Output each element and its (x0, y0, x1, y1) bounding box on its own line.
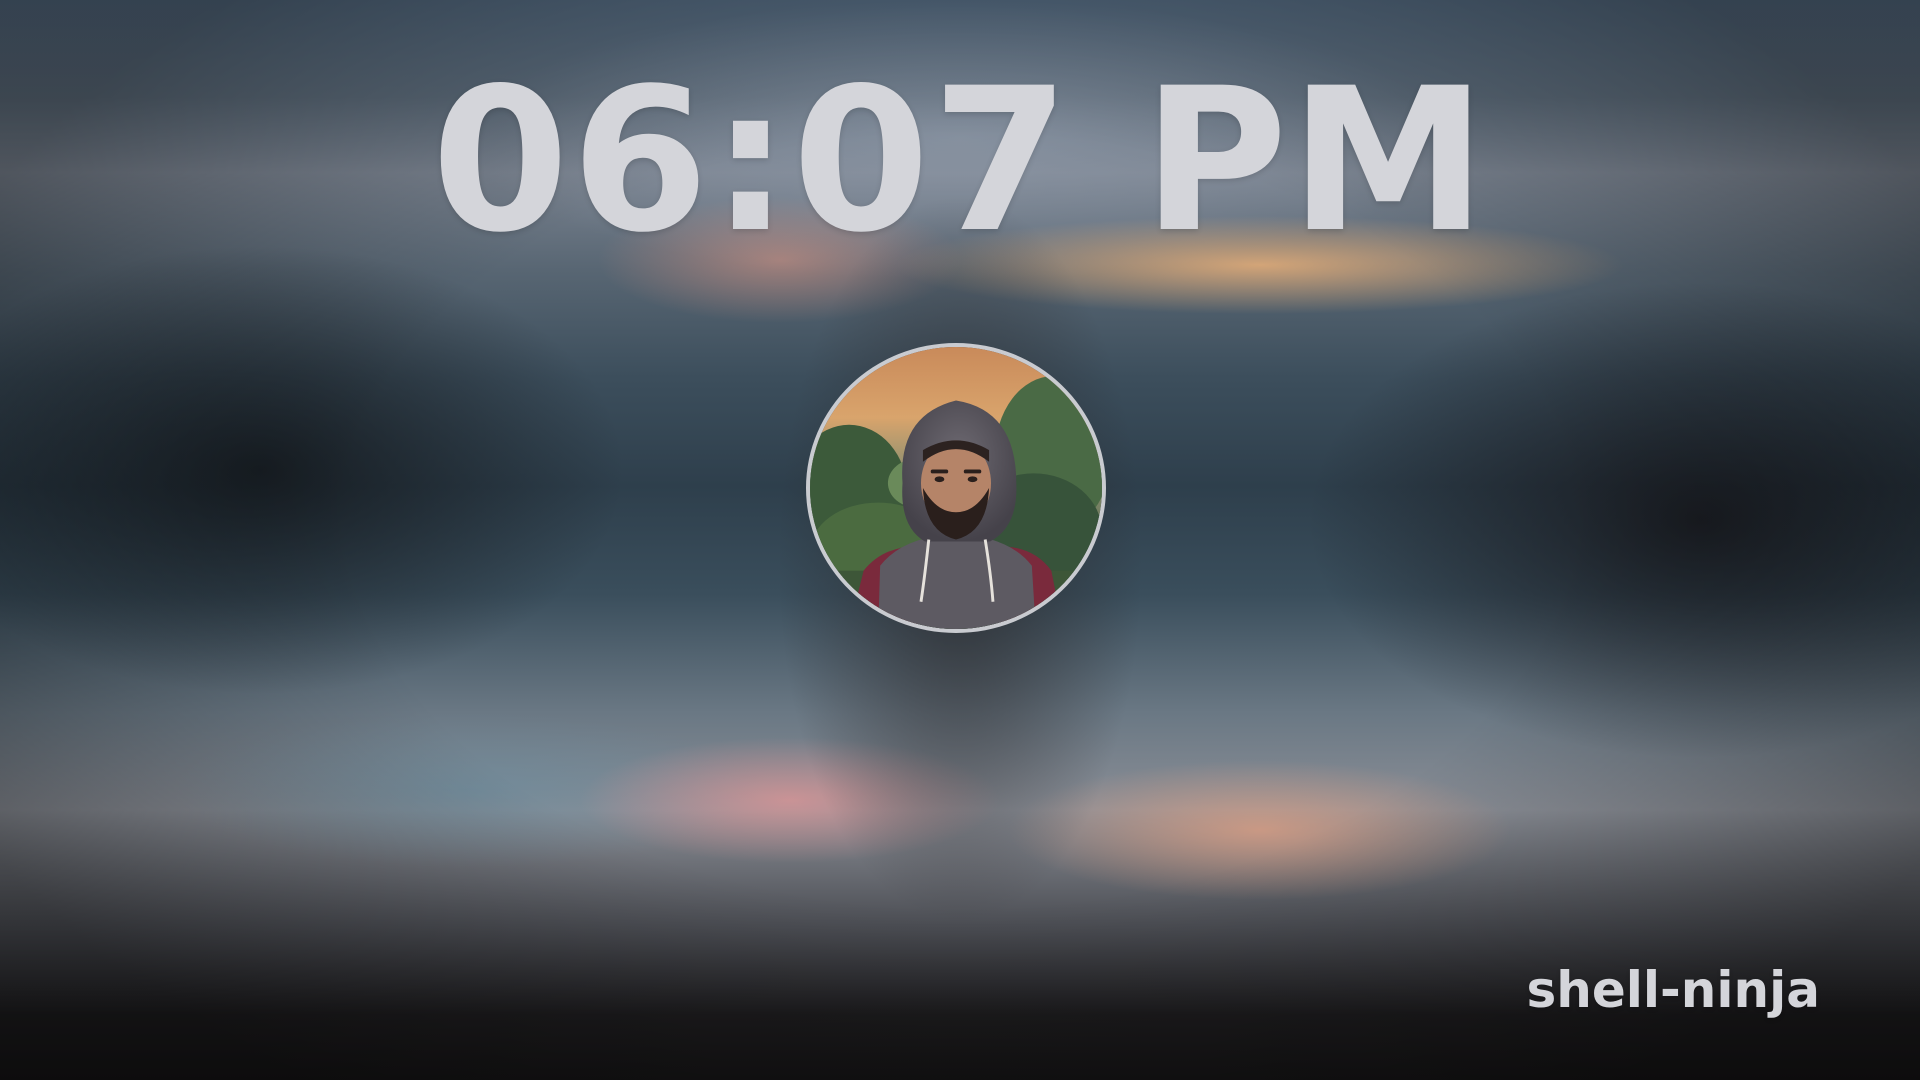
user-avatar[interactable] (806, 343, 1106, 633)
username-label: shell-ninja (1526, 961, 1820, 1019)
clock-time: 06:07 PM (431, 45, 1489, 276)
lock-screen: 06:07 PM shell-ninja (0, 0, 1920, 1080)
avatar-photo-icon (810, 347, 1102, 629)
